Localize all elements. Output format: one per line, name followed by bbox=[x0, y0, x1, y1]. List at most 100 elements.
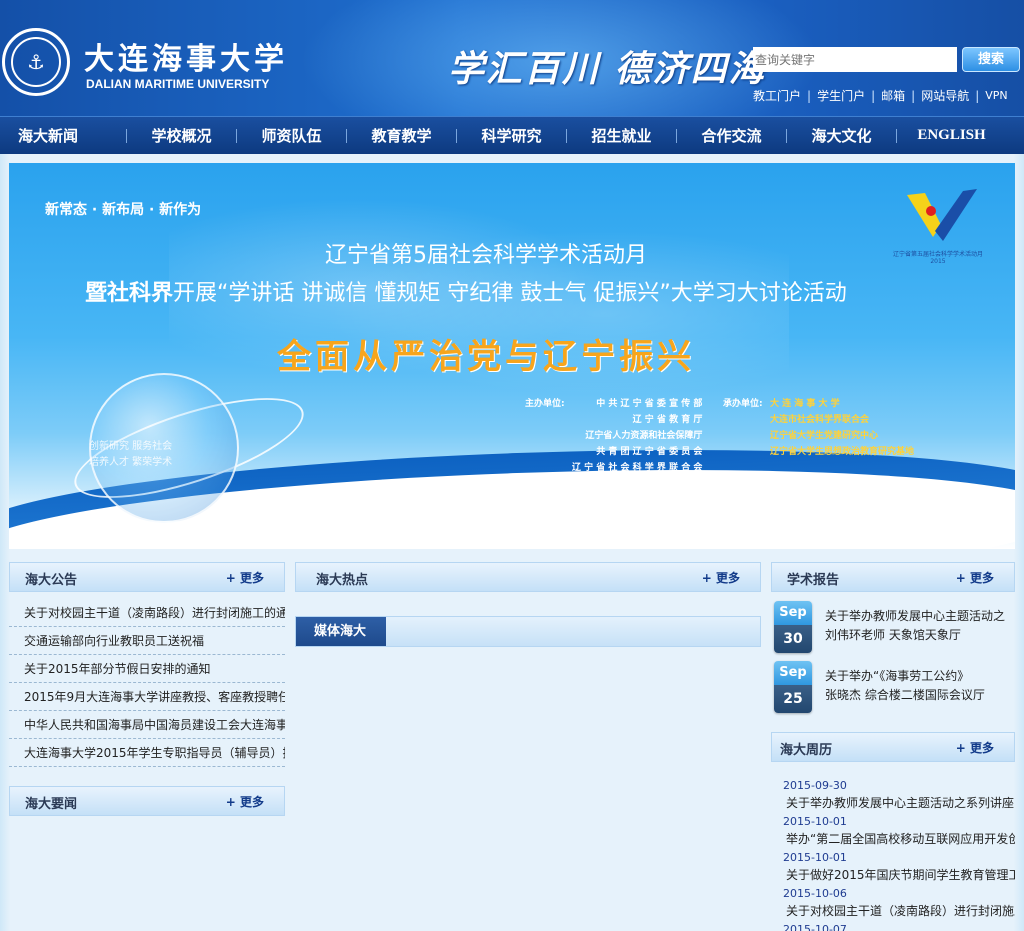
banner-subtitle-rest: 开展“学讲话 讲诚信 懂规矩 守纪律 鼓士气 促振兴”大学习大讨论活动 bbox=[173, 281, 847, 306]
entry-text[interactable]: 关于对校园主干道（凌南路段）进行封闭施工 bbox=[771, 901, 1015, 922]
entry-date: 2015-09-30 bbox=[783, 779, 847, 792]
tab-media[interactable]: 媒体海大 bbox=[296, 617, 386, 646]
banner-subtitle: 暨社科界开展“学讲话 讲诚信 懂规矩 守纪律 鼓士气 促振兴”大学习大讨论活动 bbox=[85, 275, 847, 307]
organizer-item: 辽宁省大学生党建研究中心 bbox=[770, 431, 879, 441]
hot-topics-header: 海大热点 更多 bbox=[295, 562, 761, 592]
banner-mottos: 创新研究 服务社会 培养人才 繁荣学术 bbox=[89, 439, 172, 471]
university-motto: 学汇百川 德济四海 bbox=[448, 48, 767, 90]
link-separator: | bbox=[807, 88, 812, 103]
calendar-entry[interactable]: 2015-09-30 关于举办教师发展中心主题活动之系列讲座 bbox=[771, 778, 1015, 814]
announcements-header: 海大公告 更多 bbox=[9, 562, 285, 592]
link-student-portal[interactable]: 学生门户 bbox=[817, 87, 865, 104]
weekly-calendar-list: 2015-09-30 关于举办教师发展中心主题活动之系列讲座 2015-10-0… bbox=[771, 778, 1015, 931]
nav-item-overview[interactable]: 学校概况 bbox=[127, 125, 236, 146]
search-input[interactable] bbox=[753, 47, 957, 72]
nav-item-admissions[interactable]: 招生就业 bbox=[567, 125, 676, 146]
key-news-more-link[interactable]: 更多 bbox=[226, 793, 264, 810]
organizer-item: 辽宁省大学生思想政治教育研究基地 bbox=[770, 447, 915, 457]
link-vpn[interactable]: VPN bbox=[985, 89, 1007, 102]
nav-item-news[interactable]: 海大新闻 bbox=[0, 125, 126, 146]
link-separator: | bbox=[911, 88, 916, 103]
link-staff-portal[interactable]: 教工门户 bbox=[753, 87, 801, 104]
site-header: ⚓ 大连海事大学 DALIAN MARITIME UNIVERSITY 学汇百川… bbox=[0, 0, 1024, 116]
report-detail: 张晓杰 综合楼二楼国际会议厅 bbox=[825, 688, 985, 702]
nav-item-english[interactable]: ENGLISH bbox=[897, 127, 1006, 144]
list-item[interactable]: 大连海事大学2015年学生专职指导员（辅导员）招聘 bbox=[9, 739, 285, 767]
report-day: 25 bbox=[774, 685, 812, 713]
nav-item-education[interactable]: 教育教学 bbox=[347, 125, 456, 146]
university-name-cn[interactable]: 大连海事大学 bbox=[84, 34, 288, 78]
entry-date: 2015-10-06 bbox=[783, 887, 847, 900]
link-mail[interactable]: 邮箱 bbox=[881, 87, 905, 104]
entry-date: 2015-10-01 bbox=[783, 815, 847, 828]
report-day: 30 bbox=[774, 625, 812, 653]
university-name-en[interactable]: DALIAN MARITIME UNIVERSITY bbox=[86, 77, 269, 91]
host-item: 辽宁省人力资源和社会保障厅 bbox=[585, 431, 703, 441]
banner-tagline: 新常态 · 新布局 · 新作为 bbox=[45, 202, 202, 218]
emblem-caption: 辽宁省第五届社会科学学术活动月 2015 bbox=[893, 249, 983, 265]
entry-date: 2015-10-07 bbox=[783, 923, 847, 931]
host-item: 辽 宁 省 社 会 科 学 界 联 合 会 bbox=[572, 463, 703, 473]
link-separator: | bbox=[871, 88, 876, 103]
hot-topics-more-link[interactable]: 更多 bbox=[702, 569, 740, 586]
nav-item-cooperation[interactable]: 合作交流 bbox=[677, 125, 786, 146]
calendar-more-link[interactable]: 更多 bbox=[956, 739, 994, 756]
organizer-item: 大 连 海 事 大 学 bbox=[770, 399, 840, 409]
main-nav: 海大新闻 学校概况 师资队伍 教育教学 科学研究 招生就业 合作交流 海大文化 … bbox=[0, 116, 1024, 154]
banner-title: 辽宁省第5届社会科学学术活动月 bbox=[325, 243, 647, 268]
nav-item-research[interactable]: 科学研究 bbox=[457, 125, 566, 146]
hot-topics-title: 海大热点 bbox=[316, 573, 369, 588]
organizer-label: 承办单位: bbox=[723, 399, 763, 409]
list-item[interactable]: 关于2015年部分节假日安排的通知 bbox=[9, 655, 285, 683]
key-news-header: 海大要闻 更多 bbox=[9, 786, 285, 816]
reports-more-link[interactable]: 更多 bbox=[956, 569, 994, 586]
organizer-item: 大连市社会科学界联合会 bbox=[770, 415, 870, 425]
banner-headline: 全面从严治党与辽宁振兴 bbox=[277, 337, 695, 377]
anchor-emblem-icon: ⚓ bbox=[11, 37, 61, 87]
list-item[interactable]: 2015年9月大连海事大学讲座教授、客座教授聘任 bbox=[9, 683, 285, 711]
calendar-icon: Sep 30 bbox=[774, 601, 812, 653]
entry-date: 2015-10-01 bbox=[783, 851, 847, 864]
report-item[interactable]: Sep 25 关于举办“《海事劳工公约》 张晓杰 综合楼二楼国际会议厅 bbox=[774, 661, 1014, 717]
link-separator: | bbox=[975, 88, 980, 103]
report-detail: 刘伟环老师 天象馆天象厅 bbox=[825, 628, 961, 642]
search-button[interactable]: 搜索 bbox=[962, 47, 1020, 72]
entry-text[interactable]: 关于举办教师发展中心主题活动之系列讲座 bbox=[771, 793, 1015, 814]
calendar-entry[interactable]: 2015-10-06 关于对校园主干道（凌南路段）进行封闭施工 bbox=[771, 886, 1015, 922]
list-item[interactable]: 中华人民共和国海事局中国海员建设工会大连海事大学 bbox=[9, 711, 285, 739]
entry-text[interactable]: 关于做好2015年国庆节期间学生教育管理工作 bbox=[771, 865, 1015, 886]
host-item: 辽 宁 省 教 育 厅 bbox=[632, 415, 703, 425]
host-label: 主办单位: bbox=[525, 399, 565, 409]
host-list: 中 共 辽 宁 省 委 宣 传 部 辽 宁 省 教 育 厅 辽宁省人力资源和社会… bbox=[572, 396, 702, 476]
motto-line: 创新研究 服务社会 bbox=[89, 441, 173, 452]
report-item[interactable]: Sep 30 关于举办教师发展中心主题活动之系列讲座 刘伟环老师 天象馆天象厅 bbox=[774, 601, 1014, 657]
report-month: Sep bbox=[774, 601, 812, 625]
entry-text[interactable]: 举办“第二届全国高校移动互联网应用开发创新大赛 bbox=[771, 829, 1015, 850]
calendar-entry[interactable]: 2015-10-01 举办“第二届全国高校移动互联网应用开发创新大赛 bbox=[771, 814, 1015, 850]
event-emblem-icon bbox=[907, 189, 977, 241]
announcements-list: 关于对校园主干道（凌南路段）进行封闭施工的通知 交通运输部向行业教职员工送祝福 … bbox=[9, 599, 285, 767]
link-site-nav[interactable]: 网站导航 bbox=[921, 87, 969, 104]
host-item: 中 共 辽 宁 省 委 宣 传 部 bbox=[596, 399, 703, 409]
banner-slide[interactable]: 新常态 · 新布局 · 新作为 辽宁省第5届社会科学学术活动月 暨社科界开展“学… bbox=[9, 163, 1015, 549]
motto-line: 培养人才 繁荣学术 bbox=[89, 457, 173, 468]
announcements-more-link[interactable]: 更多 bbox=[226, 569, 264, 586]
report-title[interactable]: 关于举办“《海事劳工公约》 bbox=[825, 667, 1005, 684]
list-item[interactable]: 交通运输部向行业教职员工送祝福 bbox=[9, 627, 285, 655]
media-header: 媒体海大 bbox=[295, 616, 761, 647]
reports-header: 学术报告 更多 bbox=[771, 562, 1015, 592]
calendar-title: 海大周历 bbox=[780, 743, 833, 758]
calendar-entry[interactable]: 2015-10-07 bbox=[771, 922, 1015, 931]
report-title[interactable]: 关于举办教师发展中心主题活动之系列讲座 bbox=[825, 607, 1005, 624]
nav-item-faculty[interactable]: 师资队伍 bbox=[237, 125, 346, 146]
calendar-entry[interactable]: 2015-10-01 关于做好2015年国庆节期间学生教育管理工作 bbox=[771, 850, 1015, 886]
host-item: 共 青 团 辽 宁 省 委 员 会 bbox=[596, 447, 703, 457]
banner-subtitle-bold: 暨社科界 bbox=[85, 281, 174, 306]
emblem-caption-year: 2015 bbox=[930, 258, 946, 265]
university-seal-logo[interactable]: ⚓ bbox=[2, 28, 70, 96]
emblem-caption-text: 辽宁省第五届社会科学学术活动月 bbox=[893, 251, 984, 258]
list-item[interactable]: 关于对校园主干道（凌南路段）进行封闭施工的通知 bbox=[9, 599, 285, 627]
nav-item-culture[interactable]: 海大文化 bbox=[787, 125, 896, 146]
calendar-header: 海大周历 更多 bbox=[771, 732, 1015, 762]
top-links: 教工门户 | 学生门户 | 邮箱 | 网站导航 | VPN bbox=[753, 87, 1008, 104]
